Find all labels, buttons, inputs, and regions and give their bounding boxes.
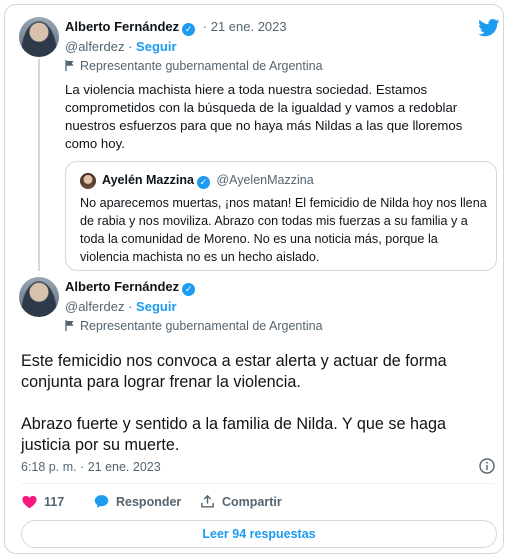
separator-dot: · bbox=[128, 299, 133, 314]
like-button[interactable]: 117 bbox=[21, 493, 64, 510]
avatar[interactable] bbox=[19, 277, 59, 317]
reply-label: Responder bbox=[116, 494, 182, 509]
author-name[interactable]: Alberto Fernández ✓ bbox=[65, 279, 196, 296]
author-name-text[interactable]: Alberto Fernández bbox=[65, 279, 179, 294]
flag-icon bbox=[65, 320, 74, 331]
info-icon[interactable] bbox=[479, 458, 495, 474]
reply-button[interactable]: Responder bbox=[93, 493, 181, 510]
verified-badge-icon: ✓ bbox=[182, 283, 196, 296]
author-handle[interactable]: @alferdez bbox=[65, 299, 124, 314]
avatar[interactable] bbox=[19, 17, 59, 57]
share-label: Compartir bbox=[222, 494, 282, 509]
tweet-text: La violencia machista hiere a toda nuest… bbox=[65, 82, 463, 151]
verified-badge-icon: ✓ bbox=[196, 176, 210, 189]
like-count: 117 bbox=[44, 494, 65, 509]
handle-row: @alferdez · Seguir bbox=[65, 299, 177, 314]
verified-badge-icon: ✓ bbox=[182, 23, 196, 36]
separator-dot: · bbox=[128, 39, 133, 54]
follow-button[interactable]: Seguir bbox=[136, 299, 176, 314]
tweet-paragraph: Abrazo fuerte y sentido a la familia de … bbox=[21, 415, 447, 454]
thread-connector-line bbox=[38, 59, 40, 271]
follow-button[interactable]: Seguir bbox=[136, 39, 176, 54]
quoted-tweet-text: No aparecemos muertas, ¡nos matan! El fe… bbox=[80, 196, 487, 264]
gov-label-text: Representante gubernamental de Argentina bbox=[80, 59, 323, 73]
quoted-author-handle[interactable]: @AyelenMazzina bbox=[216, 173, 313, 187]
handle-row: @alferdez · Seguir bbox=[65, 39, 177, 54]
gov-label-row: Representante gubernamental de Argentina bbox=[65, 319, 323, 333]
share-button[interactable]: Compartir bbox=[199, 493, 282, 510]
tweet-timestamp[interactable]: 6:18 p. m. · 21 ene. 2023 bbox=[21, 460, 161, 474]
author-handle[interactable]: @alferdez bbox=[65, 39, 124, 54]
author-name[interactable]: Alberto Fernández ✓ · 21 ene. 2023 bbox=[65, 19, 287, 36]
reply-bubble-icon bbox=[94, 495, 109, 508]
avatar[interactable] bbox=[80, 173, 96, 189]
separator-dot: · bbox=[202, 19, 208, 34]
main-tweet-text: Este femicidio nos convoca a estar alert… bbox=[21, 351, 491, 477]
quoted-author[interactable]: Ayelén Mazzina ✓ @AyelenMazzina bbox=[102, 173, 314, 189]
tweet-date[interactable]: 21 ene. 2023 bbox=[211, 19, 287, 34]
heart-icon bbox=[22, 495, 37, 509]
quoted-tweet[interactable]: Ayelén Mazzina ✓ @AyelenMazzina No aparec… bbox=[65, 161, 497, 271]
read-replies-button[interactable]: Leer 94 respuestas bbox=[21, 520, 497, 548]
gov-label-text: Representante gubernamental de Argentina bbox=[80, 319, 323, 333]
author-name-text[interactable]: Alberto Fernández bbox=[65, 19, 179, 34]
share-icon bbox=[201, 494, 214, 508]
flag-icon bbox=[65, 60, 74, 71]
twitter-bird-icon[interactable] bbox=[478, 19, 500, 37]
gov-label-row: Representante gubernamental de Argentina bbox=[65, 59, 323, 73]
quoted-author-name[interactable]: Ayelén Mazzina bbox=[102, 173, 194, 187]
embedded-tweet-card: Alberto Fernández ✓ · 21 ene. 2023 @alfer… bbox=[4, 4, 504, 554]
divider bbox=[21, 483, 495, 484]
tweet-paragraph: Este femicidio nos convoca a estar alert… bbox=[21, 352, 447, 391]
